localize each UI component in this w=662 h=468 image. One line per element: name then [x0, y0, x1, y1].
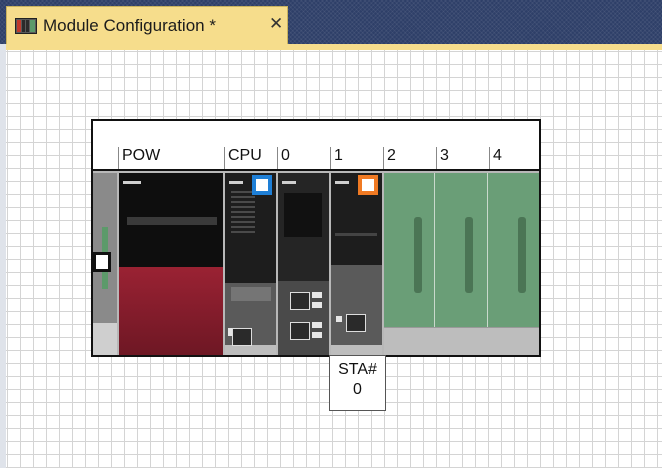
tab-module-configuration[interactable]: Module Configuration * ✕	[6, 6, 288, 44]
ethernet-port-icon	[346, 314, 366, 332]
base-rail	[384, 327, 539, 355]
slot-label-cpu: CPU	[228, 147, 262, 164]
slot-divider	[383, 147, 384, 169]
slot-label-0: 0	[281, 147, 290, 164]
slot-divider	[330, 147, 331, 169]
ethernet-port-icon	[232, 328, 252, 346]
slot-label-2: 2	[387, 147, 396, 164]
tab-title: Module Configuration *	[43, 16, 216, 35]
power-supply-module[interactable]	[119, 173, 223, 355]
empty-slot-4[interactable]	[488, 173, 539, 327]
empty-slot-3[interactable]	[435, 173, 488, 327]
slot-label-4: 4	[493, 147, 502, 164]
cpu-status-indicator	[252, 175, 272, 195]
slot-label-pow: POW	[122, 147, 161, 164]
ethernet-port-icon	[290, 322, 310, 340]
port-led-icon	[312, 332, 322, 338]
ethernet-port-icon	[290, 292, 310, 310]
port-led-icon	[312, 302, 322, 308]
module-configuration-icon	[15, 18, 37, 34]
port-indicator-icon	[228, 328, 232, 336]
slot-divider	[489, 147, 490, 169]
station-number-badge: STA# 0	[329, 355, 386, 411]
station-number: 0	[353, 381, 362, 398]
slot-label-1: 1	[334, 147, 343, 164]
slot-divider	[277, 147, 278, 169]
empty-slot-2[interactable]	[384, 173, 435, 327]
port-led-icon	[312, 322, 322, 328]
port-led-icon	[312, 292, 322, 298]
module-status-indicator	[358, 175, 378, 195]
base-unit-handle[interactable]	[93, 252, 111, 272]
slot-label-3: 3	[440, 147, 449, 164]
station-label: STA#	[338, 361, 377, 378]
slot-divider	[224, 147, 225, 169]
slot-divider	[436, 147, 437, 169]
close-icon[interactable]: ✕	[269, 15, 283, 32]
slot-divider	[118, 147, 119, 169]
port-indicator-icon	[336, 316, 342, 322]
